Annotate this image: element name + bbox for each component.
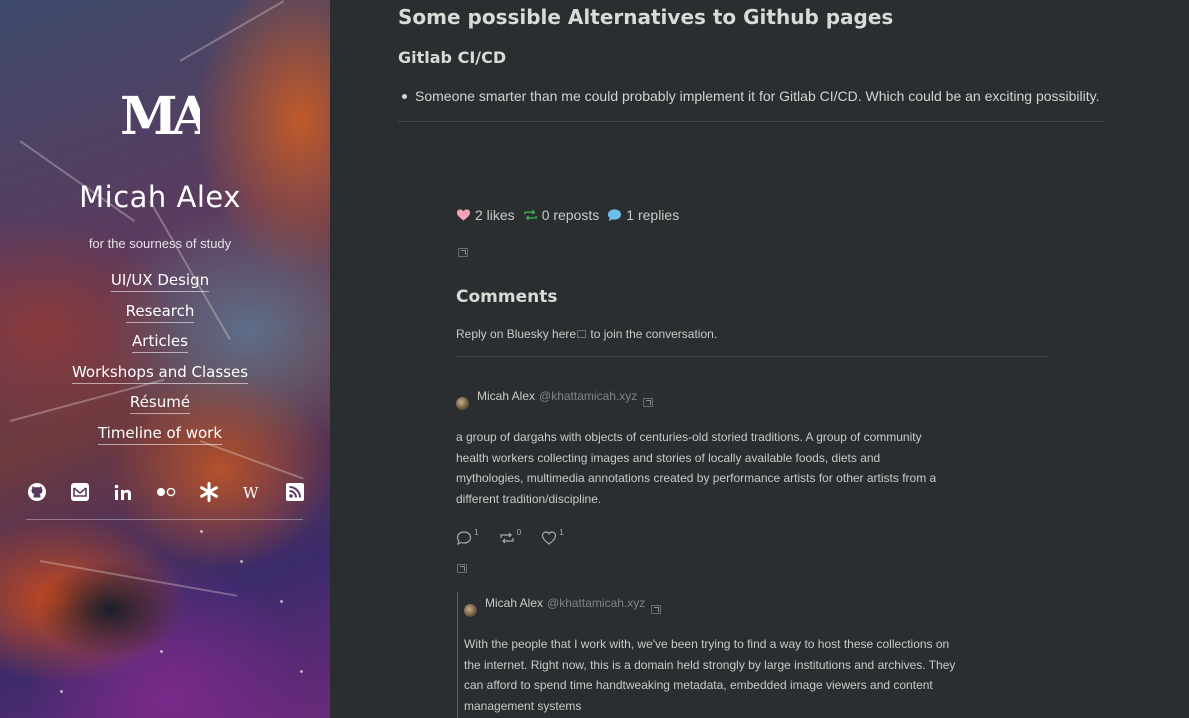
reply-prompt-suffix: to join the conversation. xyxy=(587,327,718,341)
like-action[interactable]: 1 xyxy=(541,527,564,546)
nav-link-timeline[interactable]: Timeline of work xyxy=(97,423,223,445)
likes-stat[interactable]: 2 likes xyxy=(456,207,515,223)
comments-divider xyxy=(456,356,1048,357)
repost-icon xyxy=(500,532,514,544)
avatar xyxy=(456,396,469,410)
author-name: Micah Alex xyxy=(485,596,544,610)
main-content: Some possible Alternatives to Github pag… xyxy=(330,0,1189,718)
comment-line: can afford to spend time handtweaking me… xyxy=(464,678,933,693)
site-title[interactable]: Micah Alex xyxy=(0,180,320,214)
github-icon[interactable] xyxy=(26,481,48,503)
repost-count: 0 xyxy=(516,527,522,537)
comment-line: a group of dargahs with objects of centu… xyxy=(456,430,922,444)
avatar xyxy=(464,603,477,617)
repost-icon xyxy=(523,209,537,221)
svg-text:W: W xyxy=(243,484,259,502)
comment-line: the internet. Right now, this is a domai… xyxy=(464,657,956,672)
nav-link-articles[interactable]: Articles xyxy=(132,331,188,353)
external-link-icon[interactable] xyxy=(458,248,468,257)
social-divider xyxy=(26,519,303,520)
external-link-icon[interactable] xyxy=(651,605,661,614)
heart-icon xyxy=(456,209,471,221)
site-logo[interactable]: MA xyxy=(120,86,219,147)
section-heading: Some possible Alternatives to Github pag… xyxy=(398,5,894,29)
repost-action[interactable]: 0 xyxy=(499,527,522,546)
social-links: W xyxy=(26,481,306,503)
replies-count: 1 replies xyxy=(626,207,680,223)
external-link-icon xyxy=(577,330,587,338)
sidebar: MA Micah Alex for the sourness of study … xyxy=(0,0,330,718)
like-count: 1 xyxy=(559,527,564,537)
reply-icon xyxy=(456,531,472,546)
site-tagline: for the sourness of study xyxy=(88,236,232,251)
comment-author[interactable]: Micah Alex @khattamicah.xyz xyxy=(464,596,646,617)
comments-title: Comments xyxy=(456,287,558,307)
likes-count: 2 likes xyxy=(475,207,515,223)
author-handle: @khattamicah.xyz xyxy=(539,389,638,403)
svg-text:MA: MA xyxy=(120,88,200,140)
reposts-count: 0 reposts xyxy=(541,207,600,223)
comment-line: management systems xyxy=(464,699,582,714)
author-handle: @khattamicah.xyz xyxy=(547,596,646,610)
reply-count: 1 xyxy=(474,527,479,537)
comment-line: mythologies, multimedia annotations crea… xyxy=(456,471,937,486)
comment-actions: 1 0 1 xyxy=(456,527,584,546)
wikipedia-icon[interactable]: W xyxy=(241,481,263,503)
comment-line: different tradition/discipline. xyxy=(456,492,602,507)
site-nav: UI/UX Design Research Articles Workshops… xyxy=(0,270,320,453)
author-name: Micah Alex xyxy=(477,389,536,403)
subsection-heading: Gitlab CI/CD xyxy=(398,48,507,67)
flickr-icon[interactable] xyxy=(155,481,177,503)
logo-icon: MA xyxy=(120,86,219,147)
comment-line: health workers collecting images and sto… xyxy=(456,450,881,465)
external-link-icon[interactable] xyxy=(457,564,467,573)
rss-icon[interactable] xyxy=(284,481,306,503)
bluesky-reply-link[interactable]: Reply on Bluesky here xyxy=(456,327,576,341)
list-item: Someone smarter than me could probably i… xyxy=(402,88,1100,104)
linkedin-icon[interactable] xyxy=(112,481,134,503)
comment-line: With the people that I work with, we've … xyxy=(464,637,950,651)
heart-outline-icon xyxy=(542,531,557,545)
speech-bubble-icon xyxy=(608,209,622,222)
reply-thread-line xyxy=(457,592,458,718)
mail-icon[interactable] xyxy=(69,481,91,503)
comment-text: a group of dargahs with objects of centu… xyxy=(456,427,936,510)
comment-author[interactable]: Micah Alex @khattamicah.xyz xyxy=(456,389,638,410)
nav-link-research[interactable]: Research xyxy=(125,301,195,323)
article-divider xyxy=(398,121,1104,122)
comment-text: With the people that I work with, we've … xyxy=(464,634,955,717)
nav-link-workshops[interactable]: Workshops and Classes xyxy=(71,362,249,384)
reply-prompt: Reply on Bluesky here to join the conver… xyxy=(456,327,717,341)
nav-link-uiux-design[interactable]: UI/UX Design xyxy=(110,270,210,292)
reposts-stat[interactable]: 0 reposts xyxy=(523,207,600,223)
replies-stat[interactable]: 1 replies xyxy=(607,207,679,223)
reply-action[interactable]: 1 xyxy=(456,527,479,546)
interaction-stats: 2 likes 0 reposts 1 replies xyxy=(456,207,687,223)
nav-link-resume[interactable]: Résumé xyxy=(129,392,191,414)
external-link-icon[interactable] xyxy=(643,398,653,407)
asterisk-icon[interactable] xyxy=(198,481,220,503)
